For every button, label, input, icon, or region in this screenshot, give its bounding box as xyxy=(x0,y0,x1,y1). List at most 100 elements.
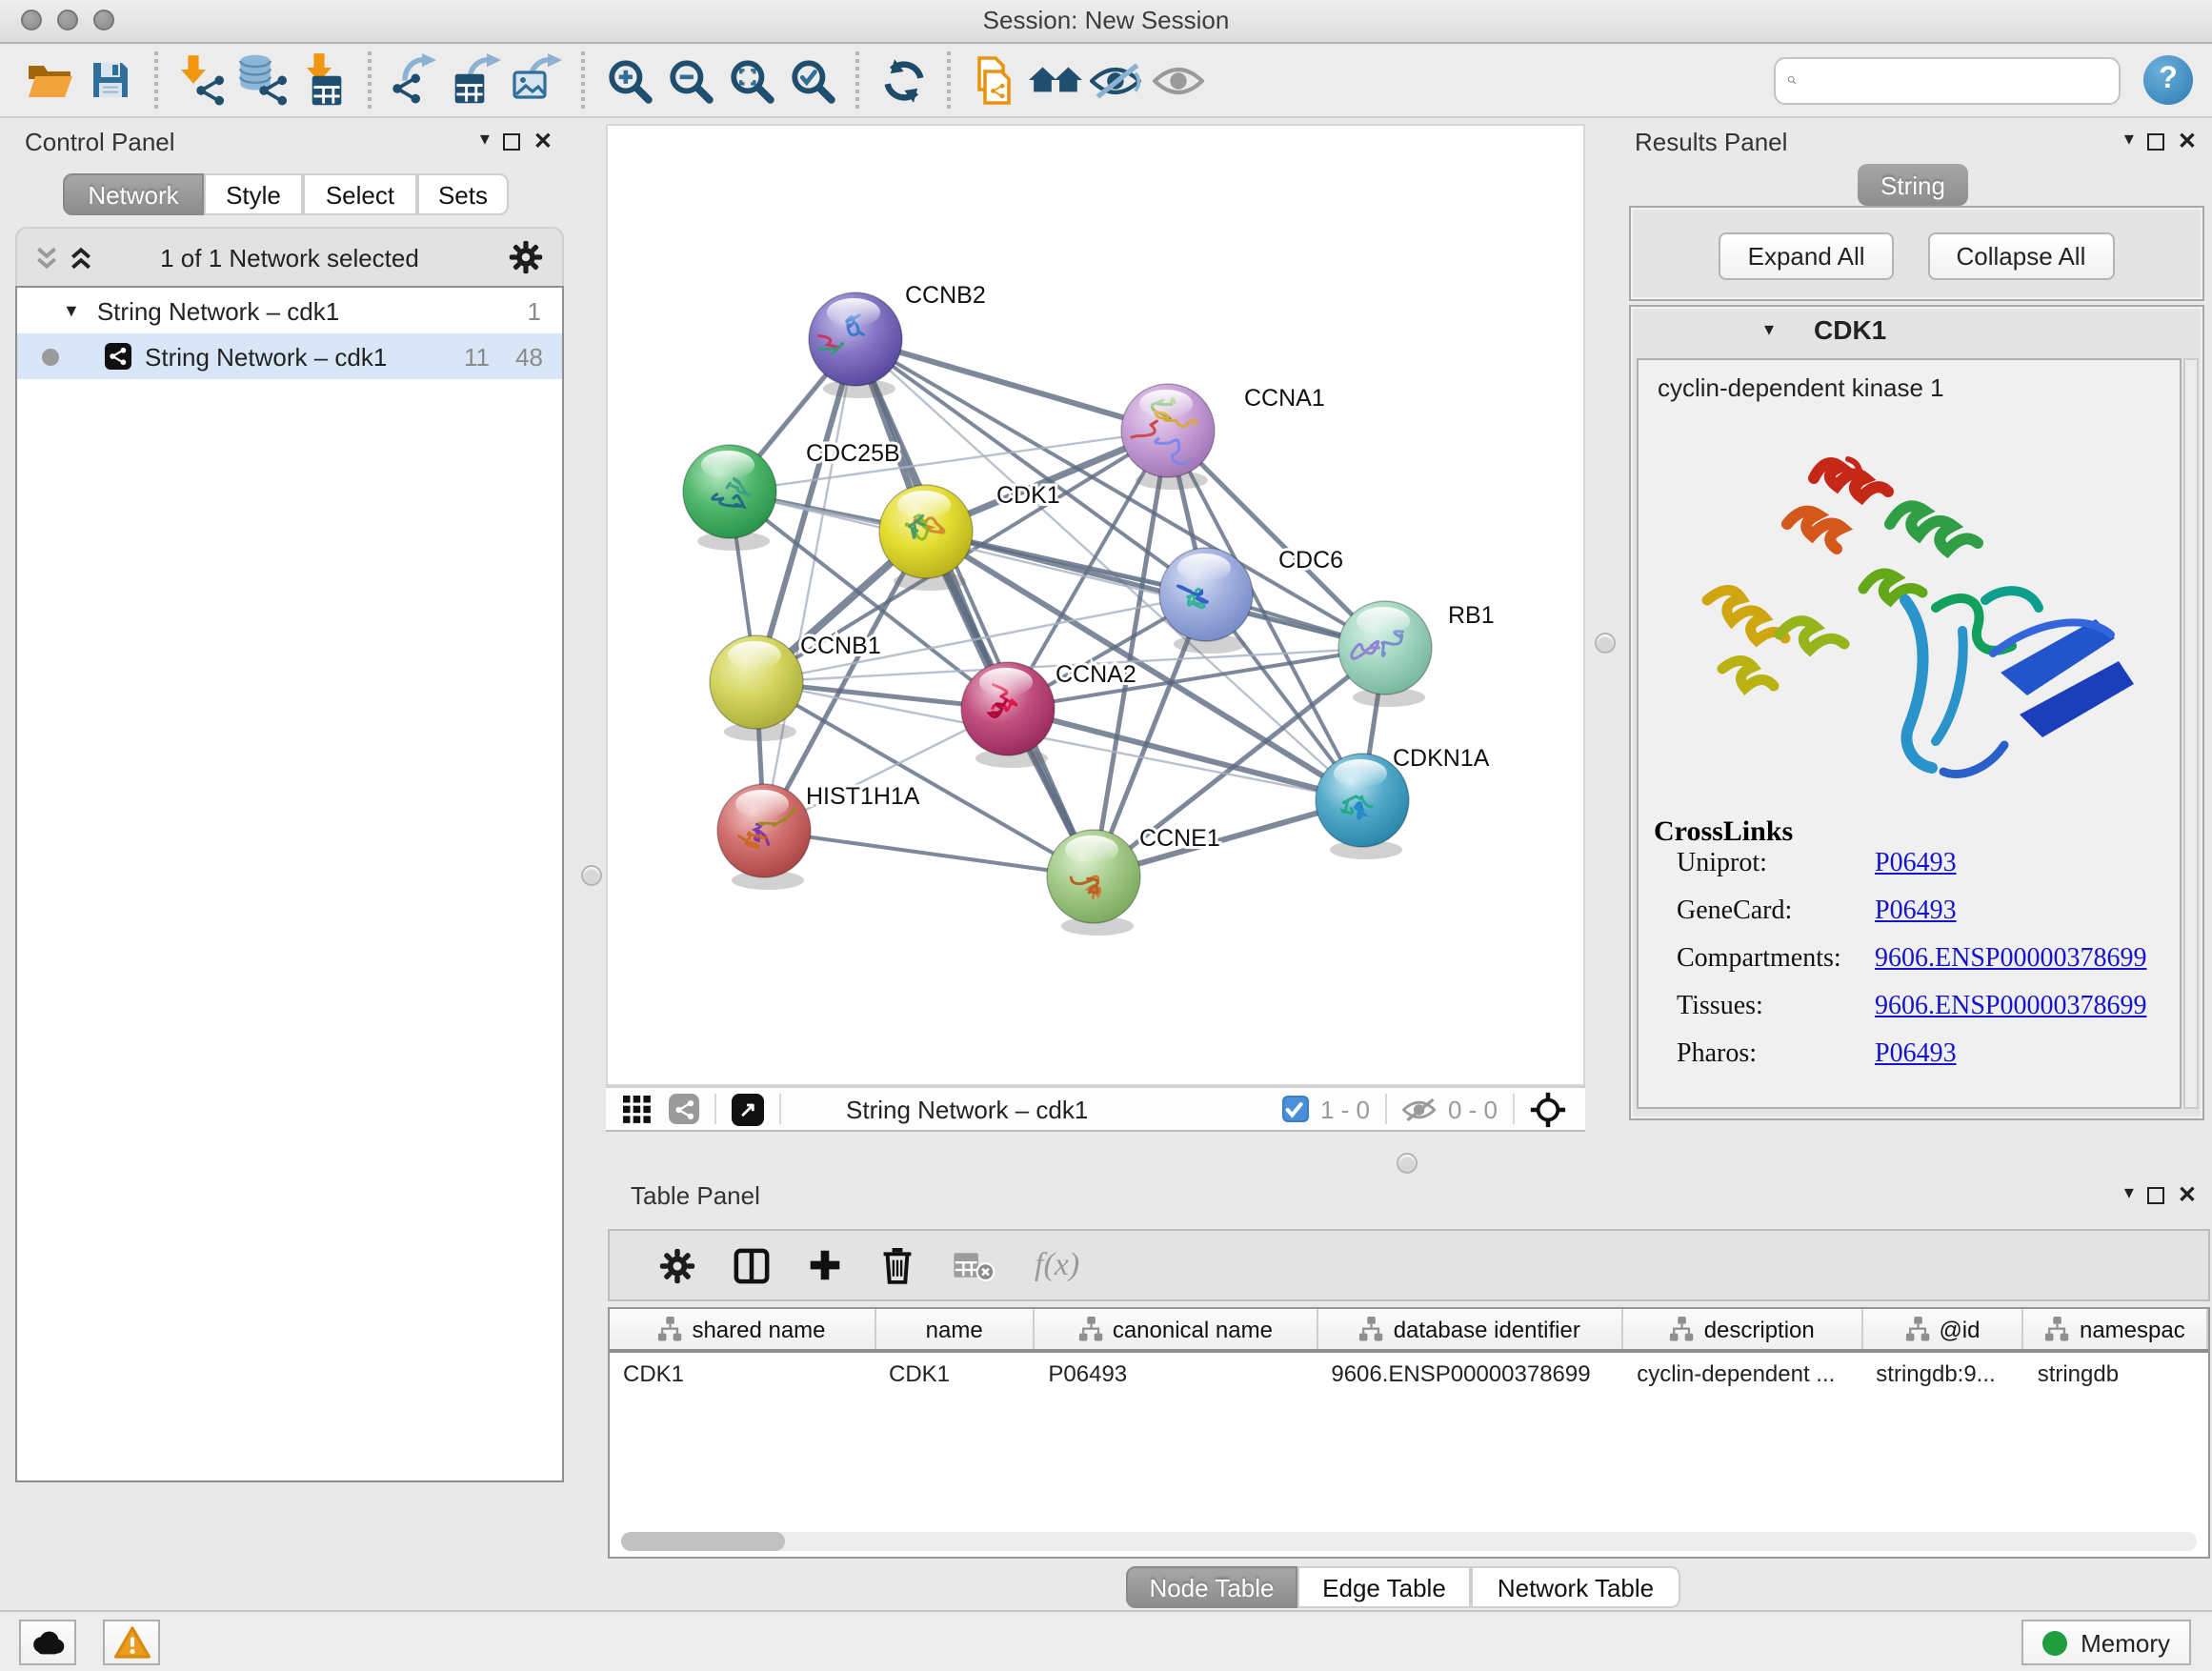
horizontal-splitter-handle[interactable] xyxy=(1397,1153,1418,1174)
application-window: Session: New Session xyxy=(0,0,2212,1671)
selected-checkbox-icon[interactable] xyxy=(1282,1096,1309,1122)
grid-view-icon[interactable] xyxy=(623,1095,652,1123)
hide-selected-button[interactable] xyxy=(1086,50,1147,111)
window-minimize-button[interactable] xyxy=(57,10,78,30)
tab-network[interactable]: Network xyxy=(63,173,204,215)
node-CCNA1[interactable] xyxy=(1116,384,1215,490)
column-header-canonical-name[interactable]: canonical name xyxy=(1035,1309,1317,1349)
panel-float-icon[interactable] xyxy=(2147,1186,2164,1203)
left-splitter-handle[interactable] xyxy=(581,865,602,886)
node-label-CCNB2: CCNB2 xyxy=(905,282,986,309)
panel-close-icon[interactable]: ✕ xyxy=(2178,130,2197,152)
panel-menu-icon[interactable]: ▾ xyxy=(2124,131,2134,151)
table-row[interactable]: CDK1CDK1P064939606.ENSP00000378699cyclin… xyxy=(610,1353,2208,1395)
memory-status-dot xyxy=(2042,1630,2067,1655)
tab-select[interactable]: Select xyxy=(303,173,417,215)
panel-menu-icon[interactable]: ▾ xyxy=(480,131,490,151)
network-graph[interactable]: CCNB2CCNA1CDC25BCDK1CDC6RB1CCNB1CCNA2CDK… xyxy=(608,126,1583,1084)
import-table-button[interactable] xyxy=(293,50,354,111)
network-collection-row[interactable]: ▼ String Network – cdk1 1 xyxy=(17,288,562,333)
window-zoom-button[interactable] xyxy=(93,10,114,30)
table-hscrollbar-thumb[interactable] xyxy=(621,1532,785,1551)
network-canvas[interactable]: CCNB2CCNA1CDC25BCDK1CDC6RB1CCNB1CCNA2CDK… xyxy=(606,124,1585,1086)
table-cell: stringdb:9... xyxy=(1862,1360,2023,1387)
left-splitter[interactable] xyxy=(575,118,606,1610)
table-options-gear-icon[interactable] xyxy=(659,1247,695,1283)
tab-string[interactable]: String xyxy=(1858,164,1968,206)
tree-expand-icon[interactable]: ▼ xyxy=(63,301,80,320)
node-CDC25B[interactable] xyxy=(683,445,776,551)
entry-name: CDK1 xyxy=(1814,314,1886,345)
panel-close-icon[interactable]: ✕ xyxy=(2178,1183,2197,1206)
node-CCNB2[interactable] xyxy=(798,292,902,398)
tab-network-table[interactable]: Network Table xyxy=(1471,1566,1680,1608)
column-header-name[interactable]: name xyxy=(875,1309,1035,1349)
panel-float-icon[interactable] xyxy=(2147,132,2164,150)
table-cell: 9606.ENSP00000378699 xyxy=(1317,1360,1623,1387)
crosslink-value-link[interactable]: 9606.ENSP00000378699 xyxy=(1875,945,2146,976)
export-image-button[interactable] xyxy=(507,50,568,111)
delete-column-icon[interactable] xyxy=(880,1246,915,1284)
crosslink-value-link[interactable]: P06493 xyxy=(1875,897,1957,928)
zoom-fit-button[interactable] xyxy=(720,50,781,111)
entry-collapse-icon[interactable]: ▾ xyxy=(1764,320,1774,341)
tab-style[interactable]: Style xyxy=(204,173,303,215)
tab-sets[interactable]: Sets xyxy=(417,173,509,215)
panel-float-icon[interactable] xyxy=(503,132,520,150)
home-networks-button[interactable] xyxy=(1025,50,1086,111)
warnings-button[interactable] xyxy=(103,1620,160,1665)
save-session-button[interactable] xyxy=(80,50,141,111)
cloud-status-button[interactable] xyxy=(19,1620,76,1665)
expand-all-button[interactable]: Expand All xyxy=(1719,232,1894,280)
add-column-icon[interactable] xyxy=(808,1248,842,1282)
import-network-database-button[interactable] xyxy=(232,50,293,111)
window-close-button[interactable] xyxy=(21,10,42,30)
zoom-selected-button[interactable] xyxy=(781,50,842,111)
column-header-database-identifier[interactable]: database identifier xyxy=(1317,1309,1623,1349)
collapse-all-button[interactable]: Collapse All xyxy=(1928,232,2115,280)
network-options-gear-icon[interactable] xyxy=(509,240,543,274)
show-columns-icon[interactable] xyxy=(734,1247,770,1283)
column-header-@id[interactable]: @id xyxy=(1862,1309,2023,1349)
results-scrollbar[interactable] xyxy=(2183,358,2199,1109)
panel-menu-icon[interactable]: ▾ xyxy=(2124,1185,2134,1204)
help-button[interactable]: ? xyxy=(2143,55,2193,105)
refresh-layout-button[interactable] xyxy=(873,50,934,111)
tab-node-table[interactable]: Node Table xyxy=(1126,1566,1297,1608)
panel-close-icon[interactable]: ✕ xyxy=(533,130,553,152)
import-network-file-button[interactable] xyxy=(171,50,232,111)
crosslink-value-link[interactable]: P06493 xyxy=(1875,850,1957,880)
zoom-out-button[interactable] xyxy=(659,50,720,111)
clone-network-button[interactable] xyxy=(964,50,1025,111)
birdseye-view-icon[interactable]: ↗ xyxy=(732,1093,764,1125)
show-all-button[interactable] xyxy=(1147,50,1208,111)
node-CCNA2[interactable] xyxy=(961,662,1055,768)
crosslink-value-link[interactable]: 9606.ENSP00000378699 xyxy=(1875,993,2146,1023)
memory-button[interactable]: Memory xyxy=(2021,1620,2191,1665)
node-CCNE1[interactable] xyxy=(1047,830,1140,936)
toolbar-search[interactable] xyxy=(1774,56,2121,104)
right-splitter-handle[interactable] xyxy=(1595,633,1616,654)
open-session-button[interactable] xyxy=(19,50,80,111)
table-hscrollbar[interactable] xyxy=(621,1532,2197,1551)
column-header-description[interactable]: description xyxy=(1623,1309,1862,1349)
export-network-button[interactable] xyxy=(385,50,446,111)
crosslink-value-link[interactable]: P06493 xyxy=(1875,1040,1957,1071)
node-label-HIST1H1A: HIST1H1A xyxy=(806,783,920,810)
table-header-row: shared namenamecanonical namedatabase id… xyxy=(610,1309,2208,1353)
node-CCNB1[interactable] xyxy=(710,635,803,741)
column-header-namespac[interactable]: namespac xyxy=(2024,1309,2208,1349)
column-header-shared-name[interactable]: shared name xyxy=(610,1309,875,1349)
netbar-separator xyxy=(779,1094,781,1124)
network-view-title: String Network – cdk1 xyxy=(846,1095,1088,1123)
node-HIST1H1A[interactable] xyxy=(717,784,811,890)
search-input[interactable] xyxy=(1804,65,2107,95)
network-row-selected[interactable]: String Network – cdk1 11 48 xyxy=(17,333,562,379)
crosshair-icon[interactable] xyxy=(1530,1091,1566,1127)
node-RB1[interactable] xyxy=(1338,601,1432,707)
export-table-button[interactable] xyxy=(446,50,507,111)
zoom-in-button[interactable] xyxy=(598,50,659,111)
network-share-icon[interactable] xyxy=(669,1094,699,1124)
protein-structure-image xyxy=(1665,425,2153,806)
tab-edge-table[interactable]: Edge Table xyxy=(1297,1566,1471,1608)
